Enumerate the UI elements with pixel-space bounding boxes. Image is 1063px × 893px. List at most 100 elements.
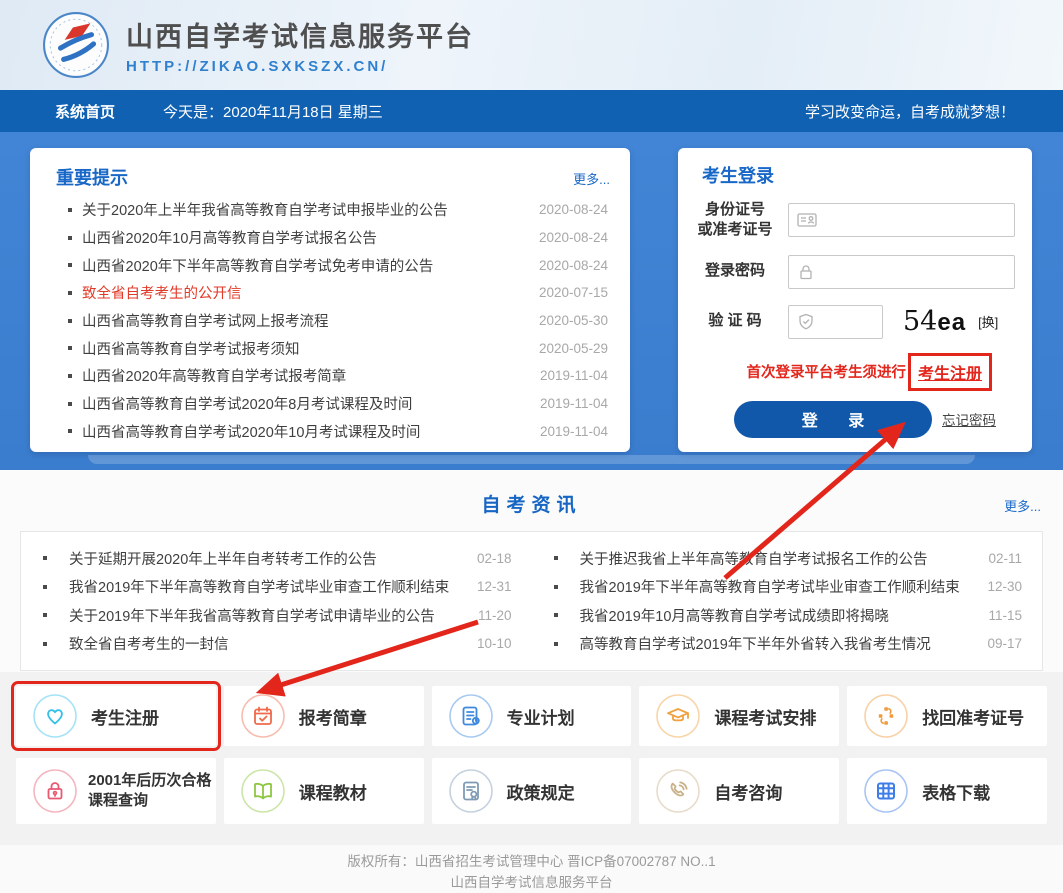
- flow-icon: [864, 694, 908, 738]
- news-item: 我省2019年下半年高等教育自学考试毕业审查工作顺利结束 12-30: [532, 576, 1043, 597]
- notice-date: 2019-11-04: [539, 368, 608, 384]
- news-column-left: 关于延期开展2020年上半年自考转考工作的公告 02-18 我省2019年下半年…: [21, 544, 532, 658]
- shortcut-register[interactable]: 考生注册: [11, 681, 221, 751]
- shortcut-label: 报考简章: [298, 708, 367, 728]
- bullet-icon: [68, 263, 72, 268]
- login-button[interactable]: 登 录: [734, 400, 932, 438]
- news-item: 关于推迟我省上半年高等教育自学考试报名工作的公告 02-11: [532, 548, 1043, 569]
- notice-item: 山西省高等教育自学考试报考须知 2020-05-29: [30, 334, 630, 362]
- shortcut-major-plan[interactable]: 专业计划: [431, 686, 632, 746]
- news-more-link[interactable]: 更多...: [1004, 496, 1041, 515]
- captcha-row: 验 证 码 54ea [换]: [678, 304, 1032, 339]
- bullet-icon: [43, 613, 47, 618]
- hero-decoration: [88, 455, 975, 464]
- site-header: 山西自学考试信息服务平台 HTTP://ZIKAO.SXKSZX.CN/: [0, 0, 1063, 90]
- captcha-input[interactable]: [788, 304, 883, 339]
- notice-item: 关于2020年上半年我省高等教育自学考试申报毕业的公告 2020-08-24: [30, 196, 630, 224]
- bullet-icon: [68, 373, 72, 378]
- register-link[interactable]: 考生注册: [907, 352, 992, 391]
- notice-date: 2019-11-04: [539, 423, 608, 439]
- bullet-icon: [68, 401, 72, 406]
- news-title: 自考资讯: [481, 495, 582, 516]
- login-actions: 登 录 忘记密码: [678, 400, 1032, 438]
- news-item: 关于2019年下半年我省高等教育自学考试申请毕业的公告 11-20: [21, 605, 532, 626]
- bullet-icon: [43, 641, 47, 646]
- hero-section: 重要提示 更多... 关于2020年上半年我省高等教育自学考试申报毕业的公告 2…: [0, 132, 1063, 470]
- shortcut-passed-courses-query[interactable]: 2001年后历次合格课程查询: [16, 758, 216, 824]
- shortcut-exam-schedule[interactable]: 课程考试安排: [639, 686, 840, 746]
- shortcut-course-textbooks[interactable]: 课程教材: [223, 758, 424, 824]
- notice-link[interactable]: 山西省2020年10月高等教育自学考试报名公告: [82, 227, 529, 248]
- shortcut-form-download[interactable]: 表格下载: [847, 758, 1047, 824]
- shortcut-label: 专业计划: [506, 708, 575, 728]
- password-input[interactable]: [788, 254, 1015, 289]
- password-row: 登录密码: [678, 254, 1032, 289]
- bullet-icon: [68, 346, 72, 351]
- news-date: 11-15: [988, 607, 1022, 623]
- news-date: 02-18: [476, 550, 512, 566]
- notice-date: 2020-07-15: [538, 285, 608, 301]
- shortcut-consult[interactable]: 自考咨询: [639, 758, 840, 824]
- news-link[interactable]: 我省2019年下半年高等教育自学考试毕业审查工作顺利结束: [69, 576, 467, 597]
- shortcuts-grid: 考生注册 报考简章 专业计划 课程考试安排 找回准考证号 2001年后历次合格课…: [0, 672, 1063, 845]
- notice-link[interactable]: 山西省高等教育自学考试2020年8月考试课程及时间: [82, 393, 530, 414]
- notice-item: 山西省高等教育自学考试2020年10月考试课程及时间 2019-11-04: [30, 418, 630, 446]
- notice-link-highlighted[interactable]: 致全省自考考生的公开信: [82, 282, 529, 303]
- news-link[interactable]: 致全省自考考生的一封信: [69, 633, 467, 654]
- notices-more-link[interactable]: 更多...: [573, 169, 610, 188]
- bullet-icon: [553, 584, 558, 589]
- notice-item: 山西省2020年下半年高等教育自学考试免考申请的公告 2020-08-24: [30, 251, 630, 279]
- shortcut-label: 考生注册: [91, 708, 159, 728]
- captcha-label: 验 证 码: [708, 312, 762, 330]
- id-label-line2: 或准考证号: [697, 221, 773, 239]
- notice-link[interactable]: 关于2020年上半年我省高等教育自学考试申报毕业的公告: [82, 199, 529, 220]
- notice-date: 2019-11-04: [539, 396, 608, 412]
- table-icon: [864, 769, 908, 813]
- notice-link[interactable]: 山西省2020年下半年高等教育自学考试免考申请的公告: [82, 255, 529, 276]
- notice-item: 致全省自考考生的公开信 2020-07-15: [30, 279, 630, 307]
- forgot-password-link[interactable]: 忘记密码: [942, 409, 996, 429]
- notice-date: 2020-05-29: [538, 340, 608, 356]
- platform-name-line: 山西自学考试信息服务平台: [450, 875, 613, 890]
- shortcut-policies[interactable]: 政策规定: [431, 758, 632, 824]
- copyright-line: 版权所有：山西省招生考试管理中心 晋ICP备07002787 NO..1: [347, 854, 716, 869]
- news-link[interactable]: 高等教育自学考试2019年下半年外省转入我省考生情况: [580, 633, 978, 654]
- bullet-icon: [68, 290, 72, 295]
- graduation-cap-icon: [656, 694, 701, 738]
- book-icon: [240, 769, 285, 813]
- news-link[interactable]: 关于延期开展2020年上半年自考转考工作的公告: [69, 548, 467, 569]
- notice-link[interactable]: 山西省高等教育自学考试2020年10月考试课程及时间: [82, 421, 530, 442]
- bullet-icon: [68, 235, 72, 240]
- news-link[interactable]: 我省2019年下半年高等教育自学考试毕业审查工作顺利结束: [580, 576, 978, 597]
- bullet-icon: [553, 556, 558, 561]
- id-label: 身份证号 或准考证号: [690, 200, 780, 241]
- phone-icon: [656, 769, 701, 813]
- bullet-icon: [553, 641, 558, 646]
- site-titles: 山西自学考试信息服务平台 HTTP://ZIKAO.SXKSZX.CN/: [126, 15, 474, 75]
- news-link[interactable]: 关于推迟我省上半年高等教育自学考试报名工作的公告: [580, 548, 979, 569]
- nav-slogan: 学习改变命运，自考成就梦想！: [804, 103, 1015, 121]
- notice-link[interactable]: 山西省高等教育自学考试报考须知: [82, 338, 529, 359]
- news-link[interactable]: 我省2019年10月高等教育自学考试成绩即将揭晓: [580, 605, 979, 626]
- shortcut-find-ticket-number[interactable]: 找回准考证号: [847, 686, 1047, 746]
- site-footer: 版权所有：山西省招生考试管理中心 晋ICP备07002787 NO..1 山西自…: [0, 845, 1063, 893]
- captcha-refresh-link[interactable]: [换]: [978, 312, 998, 331]
- bullet-icon: [68, 207, 72, 212]
- nav-home-link[interactable]: 系统首页: [55, 101, 115, 122]
- notice-date: 2020-05-30: [538, 313, 608, 329]
- captcha-image: 54ea: [903, 306, 966, 337]
- lock-icon: [800, 264, 812, 279]
- calendar-icon: [240, 694, 285, 738]
- id-input[interactable]: [788, 203, 1015, 238]
- news-column-right: 关于推迟我省上半年高等教育自学考试报名工作的公告 02-11 我省2019年下半…: [532, 544, 1043, 658]
- notice-item: 山西省2020年高等教育自学考试报考简章 2019-11-04: [30, 362, 630, 390]
- news-item: 高等教育自学考试2019年下半年外省转入我省考生情况 09-17: [532, 633, 1043, 654]
- notice-link[interactable]: 山西省高等教育自学考试网上报考流程: [82, 310, 529, 331]
- bullet-icon: [68, 318, 72, 323]
- notice-date: 2020-08-24: [538, 230, 608, 246]
- notice-link[interactable]: 山西省2020年高等教育自学考试报考简章: [82, 365, 530, 386]
- notice-item: 山西省高等教育自学考试网上报考流程 2020-05-30: [30, 307, 630, 335]
- shortcut-exam-guide[interactable]: 报考简章: [223, 686, 424, 746]
- news-link[interactable]: 关于2019年下半年我省高等教育自学考试申请毕业的公告: [69, 605, 468, 626]
- news-date: 11-20: [477, 607, 512, 623]
